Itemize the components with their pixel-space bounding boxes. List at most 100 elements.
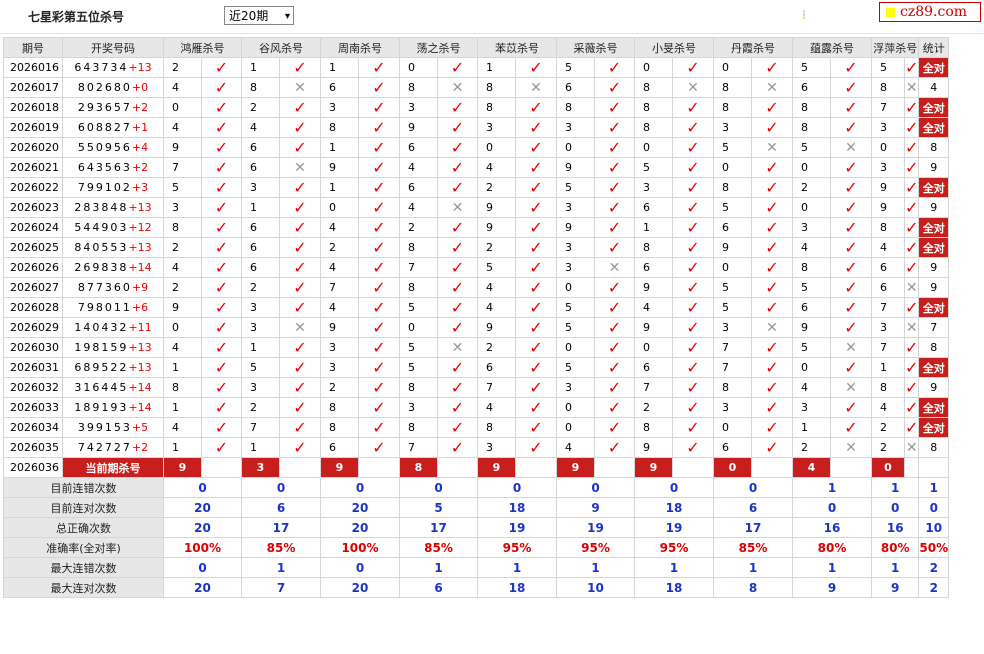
stats-value: 6 — [241, 497, 321, 518]
cross-icon: ✕ — [903, 317, 920, 338]
table-row: 2026027 877360+9 2 ✓ 2 ✓ 7 ✓ 8 ✓ 4 ✓ 0 ✓ 9 ✓ 5 ✓ 5 ✓ 6 ✕ 9 — [3, 277, 950, 298]
table-row: 2026023 283848+13 3 ✓ 1 ✓ 0 ✓ 4 ✕ 9 ✓ 3 ✓ 6 ✓ 5 ✓ 0 ✓ 9 ✓ 9 — [3, 197, 950, 218]
draw-number-cell: 189193+14 — [62, 397, 164, 418]
kill-value-cell: 9 — [634, 437, 673, 458]
kill-value-cell: 5 — [556, 177, 595, 198]
check-icon: ✓ — [903, 137, 920, 158]
chevron-down-icon: ▾ — [284, 11, 290, 22]
check-icon: ✓ — [751, 397, 793, 418]
stats-label: 最大连对次数 — [3, 577, 164, 598]
kill-value-cell: 7 — [871, 297, 905, 318]
kill-value-cell: 8 — [320, 417, 359, 438]
kill-value-cell: 7 — [634, 377, 673, 398]
period-cell: 2026026 — [3, 257, 63, 278]
check-icon: ✓ — [515, 117, 557, 138]
kill-value-cell: 5 — [792, 57, 831, 78]
check-icon: ✓ — [672, 257, 714, 278]
kill-value-cell: 3 — [320, 337, 359, 358]
check-icon: ✓ — [751, 97, 793, 118]
kill-value-cell: 1 — [320, 177, 359, 198]
kill-value-cell: 8 — [477, 97, 516, 118]
check-icon: ✓ — [358, 337, 400, 358]
empty-cell — [201, 457, 242, 478]
site-logo[interactable]: cz89.com — [879, 2, 981, 22]
stats-value: 18 — [477, 497, 557, 518]
check-icon: ✓ — [751, 197, 793, 218]
check-icon: ✓ — [358, 397, 400, 418]
kill-value-cell: 7 — [713, 357, 752, 378]
period-range-select[interactable]: 近20期 ▾ — [224, 6, 294, 25]
kill-value-cell: 1 — [477, 57, 516, 78]
kill-value-cell: 3 — [241, 297, 280, 318]
check-icon: ✓ — [358, 77, 400, 98]
draw-sum-offset: +13 — [128, 361, 152, 374]
period-cell: 2026020 — [3, 137, 63, 158]
check-icon: ✓ — [751, 357, 793, 378]
check-icon: ✓ — [672, 237, 714, 258]
cross-icon: ✕ — [279, 157, 321, 178]
check-icon: ✓ — [751, 437, 793, 458]
check-icon: ✓ — [279, 377, 321, 398]
empty-cell — [437, 457, 478, 478]
check-icon: ✓ — [751, 237, 793, 258]
check-icon: ✓ — [594, 417, 635, 438]
check-icon: ✓ — [830, 177, 872, 198]
check-icon: ✓ — [751, 157, 793, 178]
draw-sum-offset: +5 — [131, 421, 149, 434]
kill-value-cell: 3 — [556, 237, 595, 258]
kill-value-cell: 8 — [477, 77, 516, 98]
kill-value-cell: 0 — [792, 357, 831, 378]
logo-text: cz89.com — [900, 4, 968, 20]
cross-icon: ✕ — [437, 337, 478, 358]
stats-value: 80% — [870, 537, 920, 558]
draw-digits: 189193 — [74, 401, 129, 414]
check-icon: ✓ — [437, 277, 478, 298]
kill-value-cell: 9 — [556, 217, 595, 238]
stats-label: 目前连错次数 — [3, 477, 164, 498]
check-icon: ✓ — [903, 97, 920, 118]
stats-value: 1 — [870, 557, 920, 578]
kill-value-cell: 9 — [477, 197, 516, 218]
stats-value: 100% — [320, 537, 400, 558]
draw-digits: 269838 — [74, 261, 129, 274]
check-icon: ✓ — [279, 417, 321, 438]
stat-count-cell: 8 — [918, 437, 950, 458]
kill-value-cell: 0 — [399, 317, 438, 338]
table-row: 2026017 802680+0 4 ✓ 8 ✕ 6 ✓ 8 ✕ 8 ✕ 6 ✓ 8 ✕ 8 ✕ 6 ✓ 8 ✕ 4 — [3, 77, 950, 98]
check-icon: ✓ — [201, 97, 242, 118]
check-icon: ✓ — [437, 237, 478, 258]
current-kill-value: 9 — [477, 457, 516, 478]
stats-value: 7 — [241, 577, 321, 598]
period-cell: 2026021 — [3, 157, 63, 178]
draw-digits: 140432 — [74, 321, 129, 334]
check-icon: ✓ — [515, 137, 557, 158]
stat-count-cell: 9 — [918, 197, 950, 218]
draw-sum-offset: +4 — [131, 141, 149, 154]
kill-value-cell: 8 — [634, 417, 673, 438]
kill-value-cell: 9 — [320, 317, 359, 338]
check-icon: ✓ — [515, 237, 557, 258]
stats-label: 总正确次数 — [3, 517, 164, 538]
draw-number-cell: 689522+13 — [62, 357, 164, 378]
kill-value-cell: 4 — [320, 257, 359, 278]
check-icon: ✓ — [201, 417, 242, 438]
draw-sum-offset: +13 — [128, 341, 152, 354]
check-icon: ✓ — [594, 377, 635, 398]
check-icon: ✓ — [672, 117, 714, 138]
check-icon: ✓ — [594, 357, 635, 378]
draw-sum-offset: +6 — [131, 301, 149, 314]
page-title: 七星彩第五位杀号 — [28, 10, 125, 24]
kill-value-cell: 4 — [241, 117, 280, 138]
check-icon: ✓ — [515, 277, 557, 298]
kill-value-cell: 3 — [792, 217, 831, 238]
check-icon: ✓ — [279, 257, 321, 278]
kill-value-cell: 0 — [713, 417, 752, 438]
draw-sum-offset: +3 — [131, 181, 149, 194]
period-cell: 2026033 — [3, 397, 63, 418]
kill-value-cell: 3 — [871, 117, 905, 138]
draw-number-cell: 643734+13 — [62, 57, 164, 78]
kill-value-cell: 9 — [477, 217, 516, 238]
stats-value: 1 — [792, 477, 872, 498]
check-icon: ✓ — [594, 177, 635, 198]
table-row: 2026031 689522+13 1 ✓ 5 ✓ 3 ✓ 5 ✓ 6 ✓ 5 ✓ 6 ✓ 7 ✓ 0 ✓ 1 ✓ 全对 — [3, 357, 950, 378]
